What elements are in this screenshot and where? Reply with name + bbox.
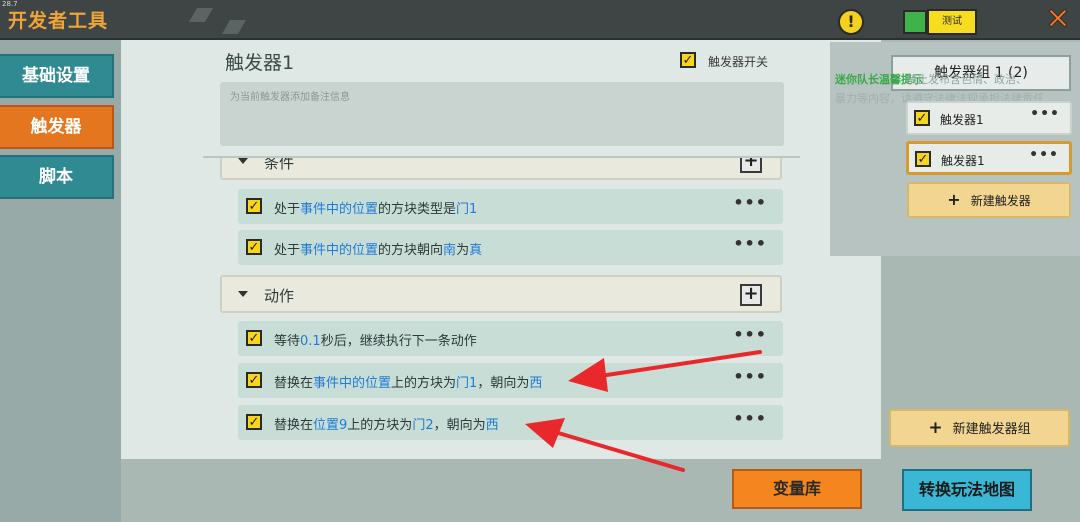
conditions-label: 条件 bbox=[264, 158, 295, 172]
more-options-icon[interactable]: ••• bbox=[733, 234, 767, 253]
sidebar-item-basic-settings[interactable]: 基础设置 bbox=[0, 54, 114, 98]
condition-checkbox[interactable]: ✓ bbox=[246, 198, 262, 214]
trigger-switch-label: 触发器开关 bbox=[708, 55, 769, 69]
conditions-section-clip: 条件 + bbox=[220, 158, 782, 182]
action-checkbox[interactable]: ✓ bbox=[246, 414, 262, 430]
warning-icon[interactable]: ! bbox=[838, 9, 864, 35]
collapse-triangle-icon[interactable] bbox=[238, 291, 248, 297]
tip-text-line1: 禁止发布含色情、政治、 bbox=[906, 73, 1027, 86]
condition-checkbox[interactable]: ✓ bbox=[246, 239, 262, 255]
test-toggle-indicator[interactable] bbox=[903, 10, 927, 34]
more-options-icon[interactable]: ••• bbox=[733, 193, 767, 212]
action-checkbox[interactable]: ✓ bbox=[246, 372, 262, 388]
more-options-icon[interactable]: ••• bbox=[1029, 147, 1059, 163]
trigger-item-label: 触发器1 bbox=[941, 154, 985, 168]
trigger-list-item[interactable]: ✓ 触发器1 ••• bbox=[906, 101, 1072, 135]
condition-row[interactable]: ✓ 处于事件中的位置的方块朝向南为真 ••• bbox=[238, 230, 783, 265]
more-options-icon[interactable]: ••• bbox=[733, 367, 767, 386]
trigger-item-checkbox[interactable]: ✓ bbox=[915, 151, 931, 167]
more-options-icon[interactable]: ••• bbox=[733, 409, 767, 428]
condition-row[interactable]: ✓ 处于事件中的位置的方块类型是门1 ••• bbox=[238, 189, 783, 224]
add-condition-icon[interactable]: + bbox=[740, 158, 762, 173]
note-input[interactable]: 为当前触发器添加备注信息 bbox=[220, 82, 784, 146]
condition-text: 处于事件中的位置的方块类型是门1 bbox=[274, 202, 478, 217]
app-title: 开发者工具 bbox=[8, 10, 109, 32]
variable-library-button[interactable]: 变量库 bbox=[732, 469, 862, 509]
action-checkbox[interactable]: ✓ bbox=[246, 330, 262, 346]
action-row[interactable]: ✓ 替换在事件中的位置上的方块为门1，朝向为西 ••• bbox=[238, 363, 783, 398]
more-options-icon[interactable]: ••• bbox=[1030, 106, 1060, 122]
action-row[interactable]: ✓ 等待0.1秒后，继续执行下一条动作 ••• bbox=[238, 321, 783, 356]
collapse-triangle-icon[interactable] bbox=[238, 158, 248, 164]
more-options-icon[interactable]: ••• bbox=[733, 325, 767, 344]
convert-map-button[interactable]: 转换玩法地图 bbox=[902, 469, 1032, 511]
trigger-switch-checkbox[interactable]: ✓ bbox=[680, 52, 696, 68]
action-text: 替换在事件中的位置上的方块为门1，朝向为西 bbox=[274, 376, 543, 391]
plus-icon: + bbox=[928, 418, 943, 438]
actions-label: 动作 bbox=[264, 287, 295, 305]
trigger-title: 触发器1 bbox=[225, 52, 295, 74]
action-row[interactable]: ✓ 替换在位置9上的方块为门2，朝向为西 ••• bbox=[238, 405, 783, 440]
new-trigger-button[interactable]: + 新建触发器 bbox=[907, 182, 1071, 218]
sidebar-item-scripts[interactable]: 脚本 bbox=[0, 155, 114, 199]
trigger-item-label: 触发器1 bbox=[940, 113, 984, 127]
trigger-list-item-selected[interactable]: ✓ 触发器1 ••• bbox=[906, 141, 1072, 175]
plus-icon: + bbox=[947, 190, 961, 209]
conditions-section-header[interactable]: 条件 + bbox=[220, 158, 782, 180]
add-action-icon[interactable]: + bbox=[740, 284, 762, 306]
action-text: 等待0.1秒后，继续执行下一条动作 bbox=[274, 334, 477, 349]
action-text: 替换在位置9上的方块为门2，朝向为西 bbox=[274, 418, 499, 433]
close-icon[interactable]: ✕ bbox=[1038, 2, 1078, 37]
test-button[interactable]: 测试 bbox=[927, 9, 977, 35]
trigger-item-checkbox[interactable]: ✓ bbox=[914, 110, 930, 126]
actions-section-header[interactable]: 动作 + bbox=[220, 275, 782, 313]
new-trigger-group-button[interactable]: + 新建触发器组 bbox=[889, 409, 1070, 447]
sidebar-item-triggers[interactable]: 触发器 bbox=[0, 105, 114, 149]
condition-text: 处于事件中的位置的方块朝向南为真 bbox=[274, 243, 483, 258]
